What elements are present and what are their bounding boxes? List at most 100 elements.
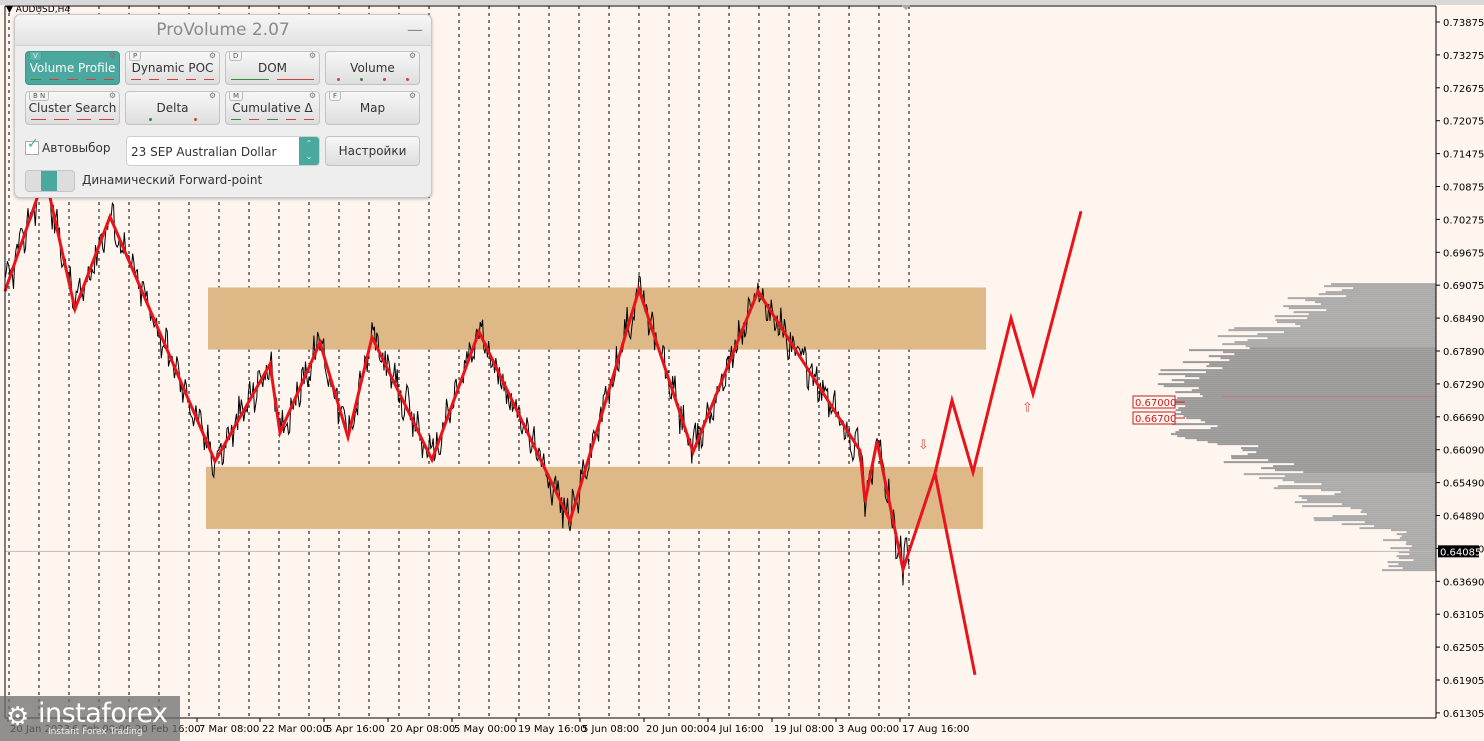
dot-indicator-green (128, 117, 172, 122)
module-button-volume[interactable]: ⚙ Volume (325, 51, 420, 85)
x-tick-label: 20 Jun 00:00 (646, 724, 710, 735)
profile-bar (1307, 317, 1436, 320)
minimize-icon[interactable]: — (407, 15, 423, 45)
x-tick-label: 5 May 00:00 (454, 724, 516, 735)
line-indicator-red (201, 77, 217, 82)
gear-icon[interactable]: ⚙ (109, 91, 116, 100)
panel-title-bar[interactable]: ProVolume 2.07 — (15, 15, 431, 46)
y-tick-label: 0.73275 (1443, 51, 1484, 62)
profile-bar (1223, 461, 1436, 464)
profile-bar (1406, 541, 1436, 544)
profile-bar (1222, 351, 1436, 354)
contract-select[interactable]: 23 SEP Australian Dollar ⌃ ⌄ (126, 136, 320, 166)
profile-bar (1303, 471, 1436, 474)
gear-icon[interactable]: ⚙ (309, 91, 316, 100)
module-button-dom[interactable]: D ⚙ DOM (225, 51, 320, 85)
profile-bar (1332, 515, 1436, 518)
line-indicator-red (283, 117, 299, 122)
profile-bar (1374, 525, 1436, 528)
profile-bar (1267, 337, 1436, 340)
forward-point-toggle[interactable] (25, 170, 75, 192)
profile-bar (1402, 567, 1436, 570)
gear-icon[interactable]: ⚙ (309, 51, 316, 60)
gear-icon[interactable]: ⚙ (209, 91, 216, 100)
profile-bar (1231, 457, 1436, 460)
settings-button[interactable]: Настройки (325, 136, 420, 166)
profile-bar (1154, 413, 1436, 416)
gear-icon[interactable]: ⚙ (109, 51, 116, 60)
y-tick-label: 0.66090 (1443, 446, 1484, 457)
x-tick-label: 17 Aug 16:00 (902, 724, 969, 735)
autoselect-checkbox[interactable]: Автовыбор (25, 136, 111, 155)
checkbox-box[interactable] (25, 136, 39, 155)
panel-title: ProVolume 2.07 (156, 20, 290, 40)
profile-bar (1268, 459, 1436, 462)
hotkey-badge: F (329, 92, 342, 101)
module-label: Dynamic POC (131, 61, 214, 75)
profile-bar (1206, 365, 1436, 368)
profile-bar (1294, 481, 1436, 484)
line-indicator-red (164, 77, 180, 82)
module-button-map[interactable]: F ⚙ Map (325, 91, 420, 125)
profile-bar (1160, 369, 1436, 372)
profile-bar (1283, 331, 1436, 334)
toggle-knob[interactable] (41, 171, 57, 191)
y-tick-label: 0.67890 (1443, 347, 1484, 358)
profile-bar (1294, 501, 1436, 504)
status-indicators (228, 77, 317, 82)
profile-bar (1222, 343, 1436, 346)
profile-bar (1178, 429, 1436, 432)
profile-bar (1277, 321, 1436, 324)
profile-bar (1186, 417, 1436, 420)
y-tick-label: 0.63105 (1443, 610, 1484, 621)
profile-bar (1295, 323, 1436, 326)
profile-bar (1178, 407, 1436, 410)
profile-bar (1157, 383, 1436, 386)
module-label: Map (359, 101, 386, 115)
profile-bar (1398, 563, 1436, 566)
profile-bar (1330, 283, 1436, 286)
profile-bar (1182, 361, 1436, 364)
profile-bar (1175, 431, 1436, 434)
line-indicator-green (264, 117, 280, 122)
x-tick-label: 22 Mar 00:00 (262, 724, 329, 735)
line-indicator-red (146, 77, 162, 82)
profile-bar (1293, 311, 1436, 314)
line-indicator-red (274, 77, 318, 82)
profile-bar (1401, 535, 1436, 538)
profile-bar (1171, 379, 1436, 382)
profile-bar (1341, 503, 1436, 506)
status-indicators (128, 77, 217, 82)
y-tick-label: 0.73875 (1443, 18, 1484, 29)
profile-bar (1217, 425, 1436, 428)
profile-bar (1390, 547, 1436, 550)
spinner-icon[interactable]: ⌃ ⌄ (299, 137, 319, 165)
status-indicators (328, 77, 417, 82)
collapse-triangle-icon[interactable]: ▼ (6, 5, 13, 15)
price-label-text: 0.67000 (1135, 398, 1176, 409)
module-button-delta[interactable]: ⚙ Delta (125, 91, 220, 125)
profile-bar (1170, 433, 1436, 436)
profile-bar (1284, 475, 1436, 478)
module-button-volume-profile[interactable]: V ⚙ Volume Profile (25, 51, 120, 85)
settings-label: Настройки (338, 144, 407, 158)
gear-icon[interactable]: ⚙ (409, 51, 416, 60)
x-tick-label: 5 Jun 08:00 (582, 724, 639, 735)
profile-bar (1247, 453, 1436, 456)
x-tick-label: 19 May 16:00 (518, 724, 587, 735)
y-tick-label: 0.70875 (1443, 183, 1484, 194)
profile-bar (1314, 519, 1436, 522)
profile-bar (1185, 437, 1436, 440)
line-indicator-red (301, 117, 317, 122)
x-tick-label: 5 Apr 16:00 (326, 724, 385, 735)
module-button-dynamic-poc[interactable]: P ⚙ Dynamic POC (125, 51, 220, 85)
profile-bar (1341, 523, 1436, 526)
module-button-cluster-search[interactable]: B N ⚙ Cluster Search (25, 91, 120, 125)
profile-bar (1359, 527, 1436, 530)
gear-icon[interactable]: ⚙ (409, 91, 416, 100)
profile-bar (1204, 421, 1436, 424)
gear-icon[interactable]: ⚙ (209, 51, 216, 60)
profile-bar (1288, 307, 1436, 310)
module-button-cumulative[interactable]: M ⚙ Cumulative Δ (225, 91, 320, 125)
line-indicator-red (128, 77, 144, 82)
